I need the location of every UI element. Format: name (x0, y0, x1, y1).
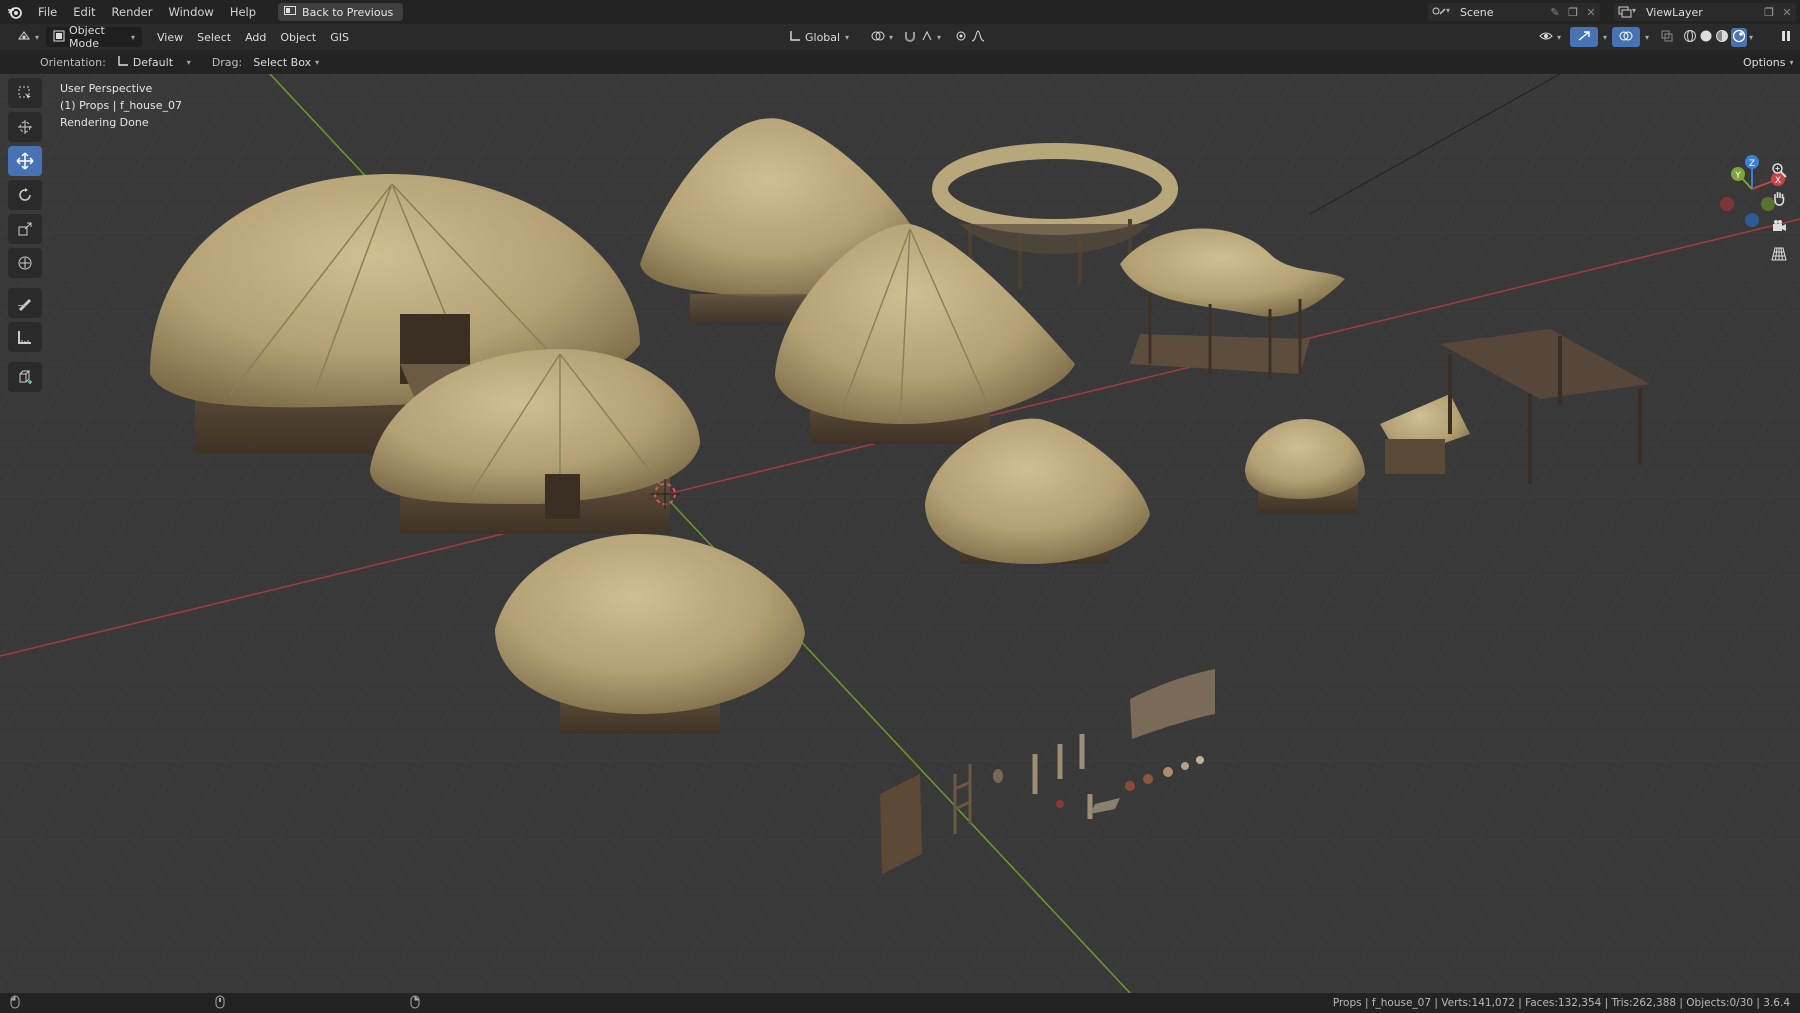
object-mode-icon (53, 30, 65, 45)
falloff-curve-icon (971, 29, 985, 45)
viewport-header: ▾ Object Mode ▾ View Select Add Object G… (0, 24, 1800, 50)
snap-target-icon (921, 30, 933, 45)
scene-icon: ▾ (1428, 6, 1454, 18)
snap-toggle[interactable]: ▾ (896, 27, 948, 47)
shading-modes: ▾ (1676, 27, 1760, 47)
mouse-middle-icon (215, 995, 225, 1012)
options-label: Options (1743, 55, 1786, 69)
menu-edit[interactable]: Edit (65, 0, 103, 24)
camera-icon (1771, 218, 1787, 237)
header-menu-select[interactable]: Select (190, 27, 238, 47)
proportional-editing-icon (955, 30, 967, 45)
transform-tool[interactable] (8, 248, 42, 278)
viewport-scene: Z X Y (0, 74, 1800, 993)
toggle-perspective-button[interactable] (1762, 242, 1796, 268)
xray-icon (1661, 30, 1673, 45)
view-layer-selector[interactable]: ▾ ViewLayer ❐ ✕ (1614, 3, 1796, 21)
material-shading-icon[interactable] (1715, 29, 1729, 46)
screen-icon (284, 5, 297, 19)
header-menu-gis[interactable]: GIS (323, 27, 356, 47)
scale-tool[interactable] (8, 214, 42, 244)
tool-settings-bar: Orientation: Default ▾ Drag: Select Box … (0, 50, 1800, 74)
pivot-icon (871, 30, 885, 45)
status-bar: Props | f_house_07 | Verts:141,072 | Fac… (0, 993, 1800, 1013)
scene-name: Scene (1460, 5, 1494, 19)
hand-icon (1771, 190, 1787, 209)
mouse-left-icon (10, 995, 20, 1012)
transform-orientation-selector[interactable]: Global ▾ (782, 27, 856, 47)
move-tool[interactable] (8, 146, 42, 176)
pan-view-button[interactable] (1762, 186, 1796, 212)
orientation-value: Default (132, 55, 174, 69)
measure-tool[interactable] (8, 322, 42, 352)
new-view-layer-icon[interactable]: ❐ (1760, 6, 1778, 19)
menu-help[interactable]: Help (222, 0, 264, 24)
blender-logo-icon[interactable] (0, 0, 30, 24)
header-menu-object[interactable]: Object (273, 27, 323, 47)
transform-orientation-label: Global (805, 30, 841, 44)
pause-render-button[interactable] (1774, 27, 1798, 47)
overlays-toggle[interactable] (1612, 27, 1640, 47)
solid-shading-icon[interactable] (1699, 29, 1713, 46)
mouse-right-icon (410, 995, 420, 1012)
rotate-tool[interactable] (8, 180, 42, 210)
view-layer-icon: ▾ (1614, 6, 1640, 18)
drag-label: Drag: (211, 55, 243, 69)
pause-icon (1781, 30, 1791, 45)
orientation-selector[interactable]: Default ▾ (110, 52, 198, 72)
annotate-tool[interactable] (8, 288, 42, 318)
view-name: User Perspective (60, 82, 153, 95)
gizmo-y-label: Y (1734, 171, 1741, 181)
close-view-layer-icon[interactable]: ✕ (1778, 6, 1796, 19)
wireframe-shading-icon[interactable] (1683, 29, 1697, 46)
mode-label: Object Mode (69, 24, 105, 50)
gizmo-icon (1577, 30, 1591, 45)
select-box-tool[interactable] (8, 78, 42, 108)
magnifier-icon (1771, 162, 1787, 181)
camera-view-button[interactable] (1762, 214, 1796, 240)
menu-window[interactable]: Window (160, 0, 221, 24)
new-scene-icon[interactable]: ❐ (1564, 6, 1582, 19)
render-status: Rendering Done (60, 116, 149, 129)
view-layer-name: ViewLayer (1646, 5, 1703, 19)
orientation-axes-icon (789, 30, 801, 45)
add-cube-tool[interactable] (8, 362, 42, 392)
overlays-icon (1619, 30, 1633, 45)
header-menu-add[interactable]: Add (238, 27, 273, 47)
menu-render[interactable]: Render (104, 0, 161, 24)
visibility-selector[interactable]: ▾ (1532, 27, 1568, 47)
viewport-info: User Perspective (1) Props | f_house_07 … (60, 80, 182, 131)
gizmo-toggle[interactable] (1570, 27, 1598, 47)
menu-file[interactable]: File (30, 0, 65, 24)
eye-icon (1539, 30, 1553, 45)
magnet-icon (903, 30, 917, 45)
orientation-label: Orientation: (40, 55, 106, 69)
scene-statistics: Props | f_house_07 | Verts:141,072 | Fac… (1332, 997, 1790, 1009)
back-to-previous-button[interactable]: Back to Previous (278, 3, 404, 21)
cursor-tool[interactable] (8, 112, 42, 142)
view3d-editor-icon (17, 30, 31, 45)
back-to-previous-label: Back to Previous (302, 5, 394, 19)
close-scene-icon[interactable]: ✕ (1582, 6, 1600, 19)
rendered-shading-icon[interactable] (1731, 27, 1747, 47)
grid-perspective-icon (1771, 246, 1787, 265)
header-menu-view[interactable]: View (150, 27, 190, 47)
3d-viewport[interactable]: Z X Y (0, 74, 1800, 993)
pin-icon[interactable]: ✎ (1546, 6, 1564, 19)
options-dropdown[interactable]: Options ▾ (1736, 52, 1800, 72)
pivot-point-selector[interactable]: ▾ (864, 27, 900, 47)
top-menu-bar: File Edit Render Window Help Back to Pre… (0, 0, 1800, 24)
left-toolbar (8, 78, 44, 392)
zoom-view-button[interactable] (1762, 158, 1796, 184)
proportional-editing-toggle[interactable] (948, 27, 992, 47)
drag-value: Select Box (253, 55, 312, 69)
mode-selector[interactable]: Object Mode ▾ (46, 24, 143, 50)
scene-selector[interactable]: ▾ Scene ✎ ❐ ✕ (1428, 3, 1600, 21)
orientation-icon (117, 55, 129, 70)
gizmo-z-label: Z (1749, 159, 1755, 169)
active-object-info: (1) Props | f_house_07 (60, 99, 182, 112)
editor-type-selector[interactable]: ▾ (10, 27, 46, 47)
drag-selector[interactable]: Select Box ▾ (246, 52, 326, 72)
